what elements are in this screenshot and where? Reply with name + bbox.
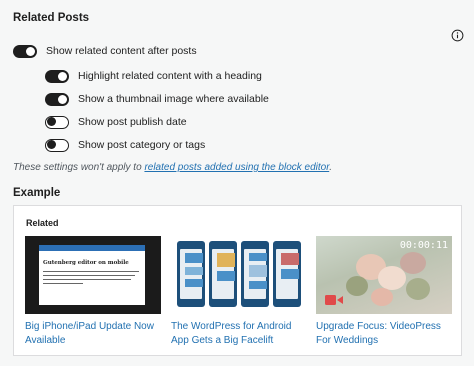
note-suffix: . (329, 162, 332, 173)
post-title-link[interactable]: The WordPress for Android App Gets a Big… (171, 320, 307, 348)
toggle-label: Show post category or tags (78, 139, 206, 151)
toggle-label: Show related content after posts (46, 45, 197, 57)
toggle-label: Show a thumbnail image where available (78, 93, 269, 105)
thumb-heading: Gutenberg editor on mobile (43, 260, 129, 266)
example-title: Example (13, 187, 61, 199)
toggle-row-thumbnail[interactable]: Show a thumbnail image where available (45, 91, 269, 107)
note-prefix: These settings won't apply to (13, 162, 145, 173)
toggle-highlight-heading[interactable] (45, 69, 69, 83)
toggle-row-category-tags[interactable]: Show post category or tags (45, 137, 205, 153)
toggle-label: Highlight related content with a heading (78, 70, 262, 82)
toggle-row-highlight-heading[interactable]: Highlight related content with a heading (45, 68, 262, 84)
toggle-thumbnail[interactable] (45, 92, 69, 106)
related-post[interactable]: Gutenberg editor on mobile Big iPhone/iP… (25, 236, 161, 348)
video-camera-icon (325, 295, 343, 305)
toggle-category-tags[interactable] (45, 138, 69, 152)
toggle-related-content[interactable] (13, 44, 37, 58)
info-icon[interactable] (451, 29, 464, 42)
example-preview: Related Gutenberg editor on mobile Big i… (13, 205, 462, 356)
block-editor-link[interactable]: related posts added using the block edit… (144, 162, 329, 173)
video-timer: 00:00:11 (399, 240, 448, 251)
toggle-publish-date[interactable] (45, 115, 69, 129)
settings-note: These settings won't apply to related po… (13, 162, 332, 173)
related-post[interactable]: The WordPress for Android App Gets a Big… (171, 236, 307, 348)
related-post[interactable]: 00:00:11 Upgrade Focus: VideoPress For W… (316, 236, 452, 348)
toggle-row-related-content[interactable]: Show related content after posts (13, 43, 197, 59)
section-title: Related Posts (13, 12, 90, 24)
post-thumbnail[interactable] (171, 236, 307, 314)
post-thumbnail[interactable]: 00:00:11 (316, 236, 452, 314)
post-title-link[interactable]: Big iPhone/iPad Update Now Available (25, 320, 161, 348)
related-heading: Related (26, 218, 59, 228)
toggle-label: Show post publish date (78, 116, 187, 128)
post-thumbnail[interactable]: Gutenberg editor on mobile (25, 236, 161, 314)
toggle-row-publish-date[interactable]: Show post publish date (45, 114, 187, 130)
post-title-link[interactable]: Upgrade Focus: VideoPress For Weddings (316, 320, 452, 348)
